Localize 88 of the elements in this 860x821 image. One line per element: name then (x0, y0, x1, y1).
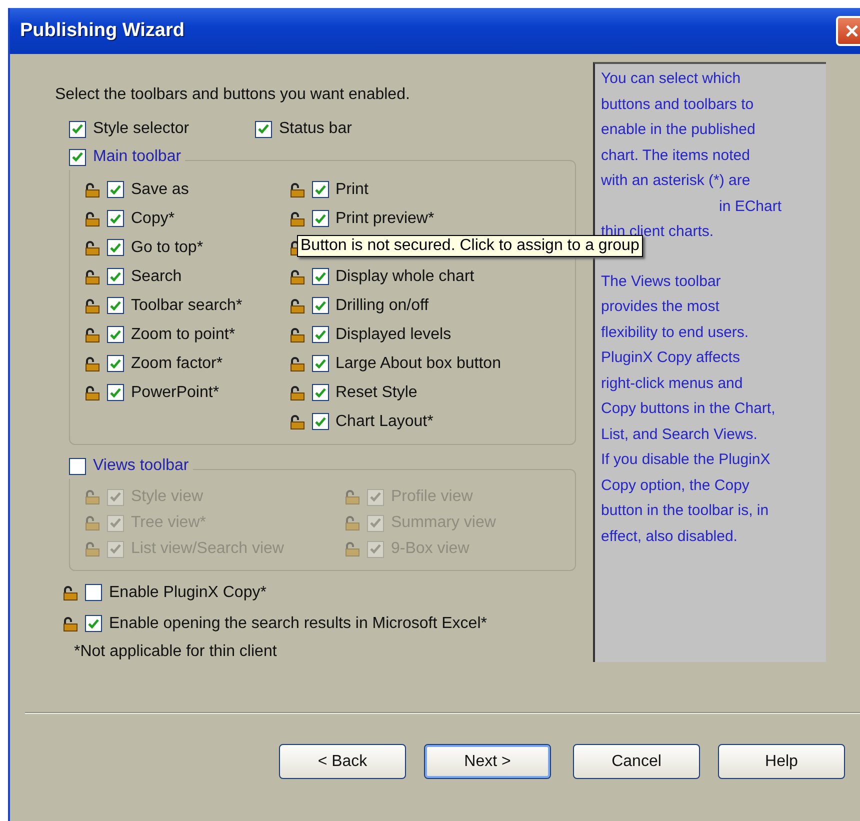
checkbox[interactable] (107, 181, 124, 198)
padlock-icon[interactable] (84, 326, 100, 342)
checkbox[interactable] (107, 355, 124, 372)
padlock-icon[interactable] (84, 268, 100, 284)
help-text: in EChart (718, 196, 783, 216)
checkbox[interactable] (312, 210, 328, 227)
checkbox[interactable] (312, 268, 328, 285)
help-text: effect, also disabled. (601, 526, 738, 546)
option-label: Display whole chart (336, 268, 474, 286)
option-label: Enable PluginX Copy* (109, 584, 266, 602)
help-text: If you disable the PluginX (601, 450, 772, 470)
checkbox[interactable] (69, 148, 86, 166)
padlock-icon[interactable] (84, 182, 100, 198)
help-text: List, and Search Views. (601, 424, 758, 444)
padlock-icon[interactable] (288, 182, 304, 198)
padlock-icon[interactable] (84, 384, 100, 400)
option-label: Go to top* (131, 238, 204, 256)
option-label: Print preview* (336, 210, 434, 228)
close-button[interactable] (836, 16, 860, 46)
wizard-button[interactable]: < Back (279, 744, 406, 779)
help-text: The Views toolbar (601, 272, 722, 292)
checkbox[interactable] (312, 355, 328, 372)
checkbox[interactable] (107, 384, 124, 401)
help-text: You can select which (601, 69, 742, 89)
padlock-icon[interactable] (84, 298, 100, 314)
checkbox[interactable] (255, 120, 272, 138)
checkbox[interactable] (107, 210, 124, 227)
help-text: flexibility to end users. (601, 322, 750, 342)
checkbox[interactable] (312, 326, 328, 343)
option-label: Toolbar search* (131, 296, 242, 314)
padlock-icon[interactable] (288, 414, 304, 430)
help-text: Copy option, the Copy (601, 476, 750, 496)
padlock-icon[interactable] (288, 356, 304, 372)
help-text: enable in the published (601, 120, 756, 140)
option-label: PowerPoint* (131, 384, 220, 402)
checkbox[interactable] (312, 181, 328, 198)
group-label: Views toolbar (93, 457, 189, 475)
group-label: Main toolbar (93, 148, 182, 166)
option-label: Status bar (279, 120, 352, 138)
checkbox[interactable] (85, 615, 102, 632)
help-text: with an asterisk (*) are (601, 171, 752, 191)
checkbox[interactable] (85, 584, 102, 601)
option-label: Copy* (131, 210, 175, 228)
help-text: buttons and toolbars to (601, 94, 755, 114)
option-label: Save as (131, 180, 189, 198)
help-text: right-click menus and (601, 374, 744, 394)
padlock-icon[interactable] (288, 268, 304, 284)
padlock-icon[interactable] (84, 210, 100, 226)
option-label: Zoom factor* (131, 354, 223, 372)
checkbox[interactable] (312, 413, 328, 430)
checkbox[interactable] (69, 120, 86, 138)
wizard-button[interactable]: Cancel (573, 744, 700, 779)
padlock-icon[interactable] (84, 356, 100, 372)
checkbox[interactable] (107, 239, 124, 256)
close-icon (845, 24, 859, 38)
option-label: Search (131, 268, 182, 286)
option-label: Drilling on/off (336, 296, 429, 314)
checkbox[interactable] (107, 297, 124, 314)
help-text: chart. The items noted (601, 146, 751, 166)
option-label: Large About box button (336, 354, 501, 372)
option-label: Displayed levels (336, 326, 452, 344)
option-label: Chart Layout* (336, 412, 434, 430)
padlock-icon[interactable] (288, 384, 304, 400)
wizard-button[interactable]: Next > (424, 744, 551, 779)
option-label: Style selector (93, 120, 190, 138)
instruction-text: Select the toolbars and buttons you want enabled. (55, 86, 411, 104)
window-title: Publishing Wizard (20, 20, 184, 42)
option-label: Print (336, 180, 368, 198)
checkbox[interactable] (312, 297, 328, 314)
padlock-icon[interactable] (288, 326, 304, 342)
footnote-text: *Not applicable for thin client (74, 643, 278, 661)
checkbox[interactable] (312, 384, 328, 401)
checkbox[interactable] (107, 326, 124, 343)
padlock-icon[interactable] (84, 240, 100, 256)
padlock-icon[interactable] (62, 616, 78, 632)
option-label: Zoom to point* (131, 326, 236, 344)
tooltip: Button is not secured. Click to assign to a group (296, 235, 644, 257)
option-label: Reset Style (336, 384, 418, 402)
help-text: provides the most (601, 297, 720, 317)
padlock-icon[interactable] (62, 584, 78, 600)
padlock-icon[interactable] (288, 210, 304, 226)
checkbox[interactable] (107, 268, 124, 285)
help-text: PluginX Copy affects (601, 348, 741, 368)
wizard-button[interactable]: Help (718, 744, 845, 779)
help-text: Copy buttons in the Chart, (601, 399, 776, 419)
help-text: button in the toolbar is, in (601, 501, 770, 521)
padlock-icon[interactable] (288, 298, 304, 314)
option-label: Enable opening the search results in Microsoft Excel* (109, 614, 487, 632)
